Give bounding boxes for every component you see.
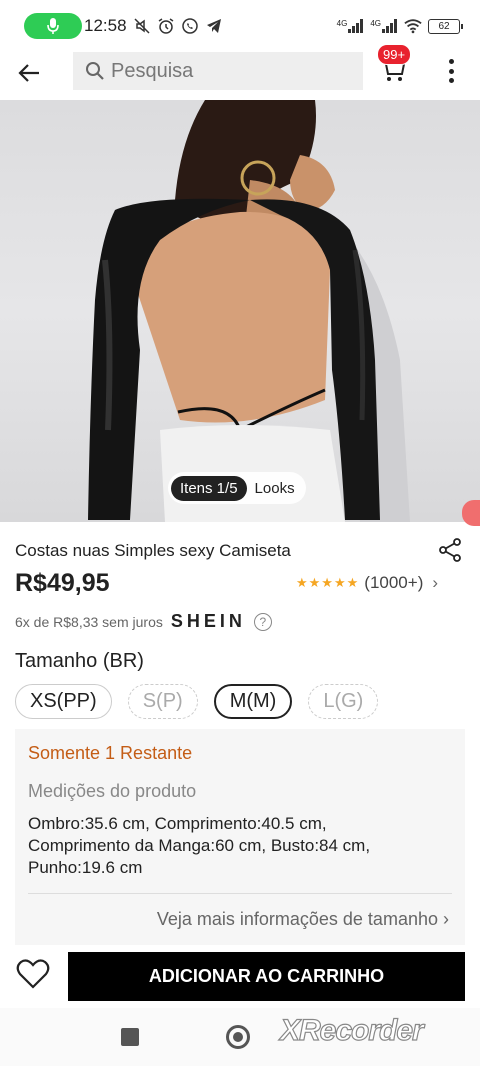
measure-label: Ombro: (28, 814, 85, 833)
rating-summary[interactable]: ★★★★★ (1000+) › (296, 573, 438, 593)
installment-text: 6x de R$8,33 sem juros (15, 613, 163, 630)
system-navigation-bar: XRecorder (0, 1008, 480, 1066)
more-options-button[interactable] (440, 56, 462, 86)
recents-button[interactable] (121, 1028, 139, 1046)
telegram-icon (205, 17, 223, 35)
back-button[interactable] (14, 58, 44, 88)
cart-count-badge: 99+ (377, 44, 412, 65)
measure-value: 84 cm (319, 836, 366, 855)
product-page: 12:58 4G 4G 62 Pesquisa 99+ Itens 1/5 Lo… (0, 0, 480, 1066)
top-app-bar: Pesquisa 99+ (0, 44, 480, 100)
measure-label: Comprimento: (154, 814, 262, 833)
measure-label: Comprimento da Manga: (28, 836, 216, 855)
size-option-xs[interactable]: XS(PP) (15, 684, 112, 719)
network-type-1: 4G (336, 19, 348, 28)
installment-info: 6x de R$8,33 sem juros SHEIN ? (15, 611, 272, 632)
stock-remaining: Somente 1 Restante (28, 743, 193, 763)
measure-label: Busto: (270, 836, 320, 855)
signal-icon-2: 4G (370, 19, 398, 33)
wishlist-button[interactable] (16, 958, 52, 994)
star-rating-icon: ★★★★★ (296, 575, 360, 590)
search-icon (86, 62, 104, 80)
product-title: Costas nuas Simples sexy Camiseta (15, 541, 291, 560)
more-dot-icon (448, 59, 454, 64)
home-button[interactable] (226, 1025, 250, 1049)
product-price: R$49,95 (15, 569, 110, 597)
recording-indicator[interactable] (24, 13, 82, 39)
divider (28, 893, 452, 894)
heart-icon (16, 959, 50, 989)
whatsapp-icon (181, 17, 199, 35)
search-placeholder: Pesquisa (111, 59, 194, 82)
mute-icon (133, 17, 151, 35)
floating-side-tab[interactable] (462, 500, 480, 526)
chevron-right-icon: › (432, 573, 439, 592)
bottom-action-bar: ADICIONAR AO CARRINHO (0, 946, 480, 1008)
wifi-icon (404, 17, 422, 35)
share-icon (439, 538, 461, 562)
size-info-panel: Somente 1 Restante Medições do produto O… (15, 729, 465, 945)
review-count: (1000+) (364, 573, 424, 592)
search-input[interactable]: Pesquisa (73, 52, 363, 90)
measure-value: 60 cm (215, 836, 262, 855)
tab-looks[interactable]: Looks (247, 476, 303, 501)
status-bar: 12:58 4G 4G 62 (0, 0, 480, 52)
recorder-watermark: XRecorder (279, 1013, 424, 1047)
status-time: 12:58 (84, 16, 127, 35)
measurements-list: Ombro:35.6 cm, Comprimento:40.5 cm, Comp… (28, 814, 371, 877)
add-to-cart-button[interactable]: ADICIONAR AO CARRINHO (68, 952, 465, 1001)
share-button[interactable] (437, 537, 465, 565)
size-option-l[interactable]: L(G) (308, 684, 379, 719)
product-image-carousel[interactable]: Itens 1/5 Looks (0, 100, 480, 522)
size-option-m[interactable]: M(M) (213, 684, 293, 719)
notification-icons (133, 17, 223, 35)
gallery-tabs: Itens 1/5 Looks (168, 472, 306, 504)
arrow-left-icon (18, 64, 39, 82)
network-type-2: 4G (370, 19, 381, 28)
system-icons: 4G 4G 62 (337, 17, 463, 35)
more-size-info-link[interactable]: Veja mais informações de tamanho › (157, 909, 449, 930)
more-dot-icon (448, 78, 454, 83)
measurements-title: Medições do produto (28, 781, 197, 801)
microphone-icon (47, 18, 59, 34)
alarm-icon (157, 17, 175, 35)
measure-label: Punho: (28, 858, 82, 877)
size-option-s[interactable]: S(P) (127, 684, 198, 719)
measure-value: 19.6 cm (81, 858, 143, 877)
product-photo (88, 100, 410, 522)
tab-items[interactable]: Itens 1/5 (171, 475, 247, 501)
size-options: XS(PP) S(P) M(M) L(G) (15, 684, 379, 719)
size-heading: Tamanho (BR) (15, 650, 144, 672)
measure-value: 40.5 cm (261, 814, 322, 833)
signal-icon: 4G (337, 19, 365, 33)
help-icon[interactable]: ? (253, 612, 272, 631)
more-size-info-label: Veja mais informações de tamanho (156, 909, 438, 929)
more-dot-icon (448, 68, 454, 74)
battery-icon: 62 (428, 18, 463, 34)
brand-logo: SHEIN (170, 611, 246, 631)
measure-value: 35.6 cm (84, 814, 146, 833)
chevron-right-icon: › (443, 909, 449, 929)
